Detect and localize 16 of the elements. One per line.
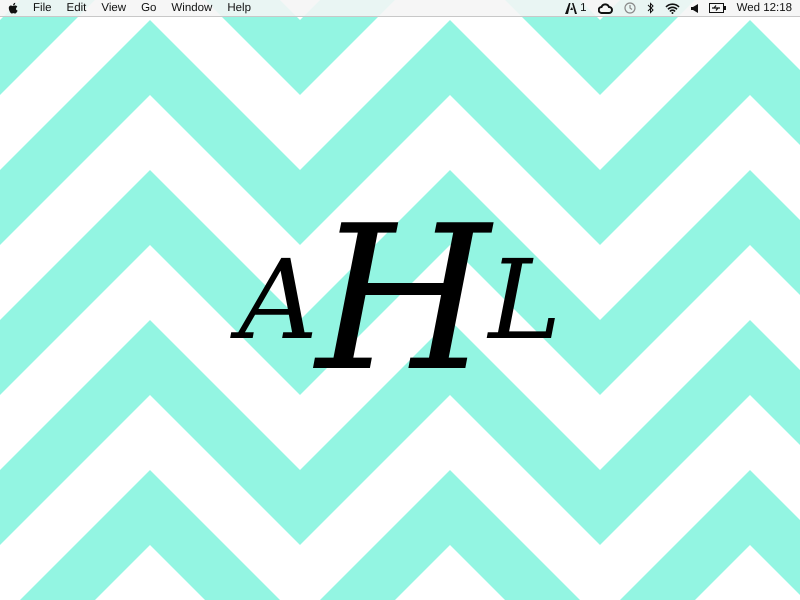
menu-item[interactable]: Edit [66,2,86,14]
menu-item[interactable]: File [33,2,52,14]
menu-item[interactable]: Help [227,2,251,14]
wifi-icon[interactable] [664,2,680,14]
menu-item[interactable]: Window [171,2,212,14]
notification-count: 1 [580,2,587,14]
menu-clock[interactable]: Wed 12:18 [736,2,792,14]
menu-item[interactable]: Go [141,2,156,14]
apple-icon[interactable] [8,2,19,14]
clock-icon[interactable] [624,2,636,14]
speaker-icon[interactable] [690,4,698,12]
battery-icon[interactable] [708,3,726,13]
bluetooth-icon[interactable] [646,2,654,14]
menu-item[interactable]: View [101,2,126,14]
adobe-icon[interactable] [565,2,578,14]
creative-cloud-icon[interactable] [598,2,613,14]
